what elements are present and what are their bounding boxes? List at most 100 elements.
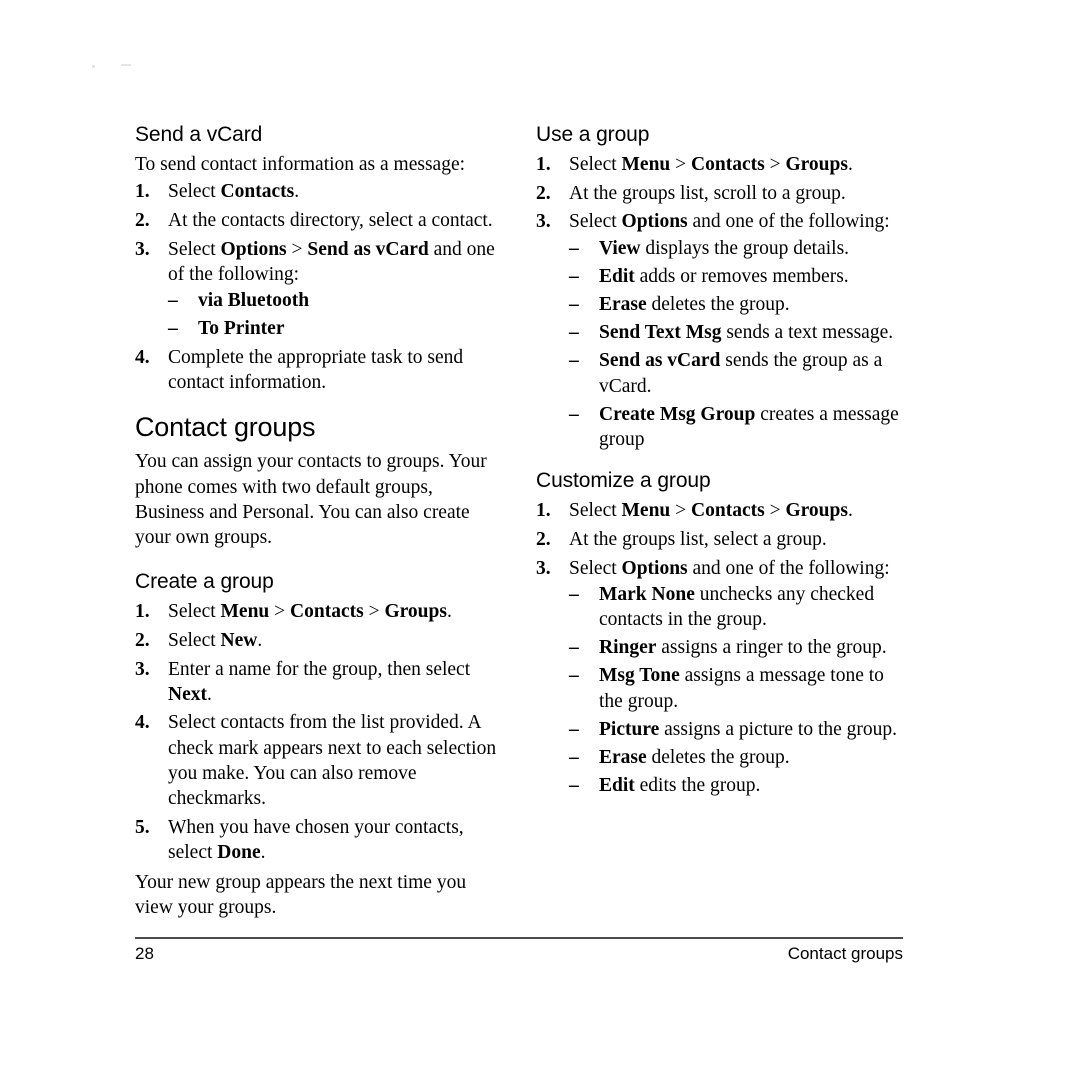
step-text: Select Menu > Contacts > Groups. [168, 601, 452, 623]
step-text: Select Menu > Contacts > Groups. [569, 154, 853, 175]
step-number: 2. [536, 182, 551, 204]
option-text: Send as vCard sends the group as a vCard… [599, 350, 883, 397]
page-number: 28 [135, 944, 154, 963]
step-text: Select Options and one of the following: [569, 211, 890, 233]
section-send-a-vcard: Send a vCard To send contact information … [135, 122, 507, 395]
option-text: Picture assigns a picture to the group. [599, 718, 898, 740]
option-text: Erase deletes the group. [599, 747, 790, 769]
step-number: 2. [536, 528, 551, 550]
option-item: – Create Msg Group creates a message grou… [569, 402, 911, 452]
heading-create-a-group: Create a group [135, 570, 274, 594]
option-item: – Edit edits the group. [569, 773, 911, 798]
option-item: – via Bluetooth [168, 288, 507, 313]
step-text: Select Contacts. [168, 181, 300, 203]
step-text: Select New. [168, 629, 263, 651]
step-item: 2. Select New. [135, 628, 507, 653]
dash-bullet-icon: – [569, 265, 579, 287]
option-text: View displays the group details. [599, 237, 850, 259]
footer-divider [135, 937, 903, 939]
dash-bullet-icon: – [569, 775, 579, 797]
dash-bullet-icon: – [168, 290, 178, 312]
option-item: – View displays the group details. [569, 236, 911, 261]
scan-artifact-speck [121, 64, 131, 66]
option-item: – Msg Tone assigns a message tone to the … [569, 663, 911, 713]
option-item: – Ringer assigns a ringer to the group. [569, 635, 911, 660]
option-list: – View displays the group details. – Edit a… [569, 236, 911, 453]
step-number: 1. [135, 181, 150, 203]
option-item: – Send Text Msg sends a text message. [569, 320, 911, 345]
step-item: 4. Select contacts from the list provided… [135, 710, 507, 811]
dash-bullet-icon: – [569, 294, 579, 316]
step-item: 1. Select Contacts. [135, 179, 507, 204]
step-text: When you have chosen your contacts, sele… [168, 816, 464, 863]
step-list-send-a-vcard: 1. Select Contacts. 2. At the contacts dire… [135, 179, 507, 395]
step-item: 1. Select Menu > Contacts > Groups. [135, 599, 507, 624]
dash-bullet-icon: – [569, 350, 579, 372]
step-number: 5. [135, 816, 150, 838]
step-number: 4. [135, 346, 150, 368]
dash-bullet-icon: – [569, 237, 579, 259]
step-item: 2. At the groups list, select a group. [536, 527, 911, 552]
option-item: – Picture assigns a picture to the group. [569, 717, 911, 742]
step-list-create-a-group: 1. Select Menu > Contacts > Groups. 2. Sele… [135, 599, 507, 865]
heading-customize-a-group: Customize a group [536, 469, 711, 493]
step-item: 4. Complete the appropriate task to send … [135, 345, 507, 395]
step-list-use-a-group: 1. Select Menu > Contacts > Groups. 2. At t… [536, 152, 911, 452]
step-number: 3. [135, 238, 150, 260]
option-text: Ringer assigns a ringer to the group. [599, 637, 887, 659]
step-item: 1. Select Menu > Contacts > Groups. [536, 498, 911, 523]
step-number: 4. [135, 712, 150, 734]
step-text: At the groups list, select a group. [569, 528, 827, 550]
step-text: At the groups list, scroll to a group. [569, 182, 846, 204]
closing-text-create-a-group: Your new group appears the next time you… [135, 872, 467, 919]
step-number: 1. [135, 601, 150, 623]
option-item: – Erase deletes the group. [569, 292, 911, 317]
option-text: Create Msg Group creates a message group [599, 403, 899, 451]
section-contact-groups: Contact groups You can assign your contac… [135, 411, 507, 550]
step-number: 3. [536, 557, 551, 579]
option-text: Erase deletes the group. [599, 294, 790, 316]
section-customize-a-group: Customize a group 1. Select Menu > Contact… [536, 468, 911, 798]
dash-bullet-icon: – [569, 583, 579, 605]
step-item: 2. At the groups list, scroll to a group. [536, 181, 911, 206]
heading-send-a-vcard: Send a vCard [135, 123, 263, 146]
step-number: 1. [536, 154, 551, 175]
paragraph-contact-groups: You can assign your contacts to groups. … [135, 451, 487, 548]
dash-bullet-icon: – [569, 718, 579, 740]
intro-text-send-a-vcard: To send contact information as a message… [135, 154, 466, 175]
step-number: 2. [135, 629, 150, 651]
step-text: Select contacts from the list provided. … [168, 712, 497, 810]
section-create-a-group: Create a group 1. Select Menu > Contacts >… [135, 569, 507, 920]
step-text: Select Options > Send as vCard and one o… [168, 238, 495, 285]
dash-bullet-icon: – [569, 665, 579, 687]
heading-use-a-group: Use a group [536, 123, 650, 146]
step-item: 3. Select Options and one of the followin… [536, 209, 911, 452]
step-text: Enter a name for the group, then select … [168, 658, 471, 705]
option-item: – To Printer [168, 316, 507, 341]
option-text: Edit edits the group. [599, 775, 761, 797]
option-text: via Bluetooth [198, 290, 310, 312]
option-text: Mark None unchecks any checked contacts … [599, 583, 875, 631]
step-item: 2. At the contacts directory, select a co… [135, 208, 507, 233]
dash-bullet-icon: – [569, 747, 579, 769]
step-item: 3. Select Options > Send as vCard and one… [135, 237, 507, 342]
option-list: – via Bluetooth – To Printer [168, 288, 507, 341]
step-item: 1. Select Menu > Contacts > Groups. [536, 152, 911, 177]
step-number: 2. [135, 209, 150, 231]
dash-bullet-icon: – [569, 403, 579, 425]
dash-bullet-icon: – [168, 318, 178, 340]
dash-bullet-icon: – [569, 637, 579, 659]
section-use-a-group: Use a group 1. Select Menu > Contacts > Gr… [536, 122, 911, 452]
step-number: 1. [536, 500, 551, 522]
step-text: Complete the appropriate task to send co… [168, 346, 464, 394]
step-number: 3. [536, 211, 551, 233]
option-item: – Erase deletes the group. [569, 745, 911, 770]
left-column: Send a vCard To send contact information … [135, 122, 507, 923]
option-text: Send Text Msg sends a text message. [599, 322, 894, 344]
option-list: – Mark None unchecks any checked contacts… [569, 582, 911, 799]
dash-bullet-icon: – [569, 322, 579, 344]
running-header-chapter-title: Contact groups [787, 944, 903, 963]
step-text: Select Menu > Contacts > Groups. [569, 500, 853, 522]
option-item: – Send as vCard sends the group as a vCar… [569, 348, 911, 398]
option-item: – Mark None unchecks any checked contacts… [569, 582, 911, 632]
